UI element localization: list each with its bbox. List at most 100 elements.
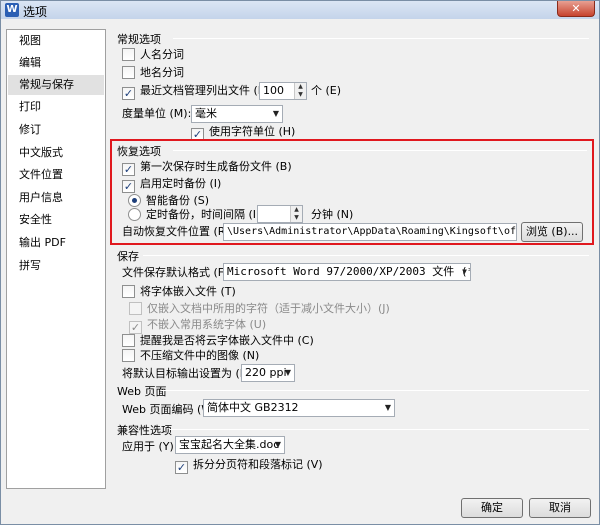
options-dialog: W 选项 ✕ 视图 编辑 常规与保存 打印 修订 中文版式 文件位置 用户信息 … (0, 0, 600, 525)
timed-interval-radio[interactable] (128, 208, 141, 221)
sidebar-item-edit[interactable]: 编辑 (8, 53, 104, 73)
cancel-button[interactable]: 取消 (529, 498, 591, 518)
save-section-title: 保存 (117, 250, 139, 263)
split-pages-option[interactable]: ✓ 拆分分页符和段落标记 (V) (175, 457, 323, 474)
recent-count-input[interactable]: 100 ▲ ▼ (259, 82, 307, 100)
divider (173, 150, 587, 151)
name-split-label: 人名分词 (140, 48, 184, 61)
browse-button[interactable]: 浏览 (B)... (521, 222, 583, 242)
sidebar-item-user-info[interactable]: 用户信息 (8, 188, 104, 208)
general-section-title: 常规选项 (117, 33, 161, 46)
embed-fonts-checkbox[interactable] (122, 285, 135, 298)
wps-writer-icon: W (5, 3, 19, 17)
spin-up-icon[interactable]: ▲ (291, 206, 302, 214)
recovery-section-title: 恢复选项 (117, 145, 161, 158)
embed-fonts-option[interactable]: 将字体嵌入文件 (T) (122, 284, 236, 301)
default-ppi-label: 将默认目标输出设置为 (P): (122, 367, 255, 380)
measure-unit-label: 度量单位 (M): (122, 107, 192, 120)
sidebar-item-output-pdf[interactable]: 输出 PDF (8, 233, 104, 253)
smart-backup-radio[interactable] (128, 194, 141, 207)
backup-first-label: 第一次保存时生成备份文件 (B) (140, 160, 292, 173)
interval-spinner[interactable]: ▲ ▼ (290, 206, 302, 222)
sidebar-item-spelling[interactable]: 拼写 (8, 256, 104, 276)
recent-files-option[interactable]: ✓ 最近文档管理列出文件 (R): (122, 83, 273, 100)
embed-used-only-checkbox (129, 302, 142, 315)
spin-down-icon[interactable]: ▼ (295, 91, 306, 99)
chevron-down-icon: ▼ (462, 267, 467, 276)
smart-backup-label: 智能备份 (S) (146, 194, 210, 207)
default-format-select[interactable]: Microsoft Word 97/2000/XP/2003 文件 (*.doc… (223, 263, 471, 281)
backup-first-checkbox[interactable]: ✓ (122, 163, 135, 176)
divider (161, 390, 589, 391)
split-pages-checkbox[interactable]: ✓ (175, 461, 188, 474)
default-format-label: 文件保存默认格式 (F): (122, 266, 233, 279)
spin-down-icon[interactable]: ▼ (291, 214, 302, 222)
web-section-title: Web 页面 (117, 385, 167, 398)
measure-unit-select[interactable]: 毫米 ▼ (191, 105, 283, 123)
auto-location-input[interactable]: \Users\Administrator\AppData\Roaming\Kin… (223, 223, 517, 241)
timed-backup-label: 启用定时备份 (I) (140, 177, 222, 190)
default-ppi-select[interactable]: 220 ppi ▼ (241, 364, 295, 382)
name-split-option[interactable]: 人名分词 (122, 47, 184, 64)
apply-to-select[interactable]: 宝宝起名大全集.doc ▼ (175, 436, 285, 454)
place-split-label: 地名分词 (140, 66, 184, 79)
compat-section-title: 兼容性选项 (117, 424, 172, 437)
chevron-down-icon: ▼ (272, 109, 279, 118)
ok-button[interactable]: 确定 (461, 498, 523, 518)
no-system-fonts-label: 不嵌入常用系统字体 (U) (147, 318, 267, 331)
default-format-value: Microsoft Word 97/2000/XP/2003 文件 (*.doc… (227, 265, 470, 278)
web-encoding-select[interactable]: 简体中文 GB2312 ▼ (203, 399, 395, 417)
timed-backup-checkbox[interactable]: ✓ (122, 180, 135, 193)
divider (169, 429, 589, 430)
title-bar: W 选项 ✕ (1, 1, 599, 19)
recent-files-label: 最近文档管理列出文件 (R): (140, 84, 274, 97)
remind-cloud-fonts-checkbox[interactable] (122, 334, 135, 347)
recent-count-spinner[interactable]: ▲ ▼ (294, 83, 306, 99)
divider (173, 38, 589, 39)
spin-up-icon[interactable]: ▲ (295, 83, 306, 91)
timed-interval-option[interactable]: 定时备份，时间间隔 (I): (128, 207, 264, 224)
minutes-label: 分钟 (N) (311, 208, 354, 221)
chevron-down-icon: ▼ (384, 403, 391, 412)
timed-backup-option[interactable]: ✓ 启用定时备份 (I) (122, 176, 221, 193)
place-split-option[interactable]: 地名分词 (122, 65, 184, 82)
close-button[interactable]: ✕ (557, 1, 595, 17)
recent-count-value: 100 (263, 84, 284, 97)
radio-selected-dot (132, 198, 137, 203)
chevron-down-icon: ▼ (274, 440, 281, 449)
sidebar-item-view[interactable]: 视图 (8, 31, 104, 51)
remind-cloud-fonts-label: 提醒我是否将云字体嵌入文件中 (C) (140, 334, 314, 347)
timed-interval-label: 定时备份，时间间隔 (I): (146, 208, 265, 221)
dialog-title: 选项 (23, 5, 48, 19)
interval-input[interactable]: ▲ ▼ (257, 205, 303, 223)
no-system-fonts-option: ✓ 不嵌入常用系统字体 (U) (129, 317, 266, 334)
web-encoding-value: 简体中文 GB2312 (207, 401, 299, 414)
recent-files-checkbox[interactable]: ✓ (122, 87, 135, 100)
measure-unit-value: 毫米 (195, 107, 217, 120)
embed-used-only-label: 仅嵌入文档中所用的字符（适于减小文件大小）(J) (147, 302, 390, 315)
category-list: 视图 编辑 常规与保存 打印 修订 中文版式 文件位置 用户信息 安全性 输出 … (6, 29, 106, 489)
chevron-down-icon: ▼ (284, 368, 291, 377)
close-icon: ✕ (571, 2, 581, 15)
sidebar-item-chinese-layout[interactable]: 中文版式 (8, 143, 104, 163)
divider (143, 255, 589, 256)
auto-location-label: 自动恢复文件位置 (R): (122, 225, 234, 238)
apply-to-value: 宝宝起名大全集.doc (179, 438, 280, 451)
place-split-checkbox[interactable] (122, 66, 135, 79)
sidebar-item-revision[interactable]: 修订 (8, 120, 104, 140)
sidebar-item-print[interactable]: 打印 (8, 97, 104, 117)
no-compress-images-label: 不压缩文件中的图像 (N) (140, 349, 260, 362)
embed-fonts-label: 将字体嵌入文件 (T) (140, 285, 236, 298)
name-split-checkbox[interactable] (122, 48, 135, 61)
char-unit-label: 使用字符单位 (H) (209, 125, 296, 138)
embed-used-only-option: 仅嵌入文档中所用的字符（适于减小文件大小）(J) (129, 301, 390, 318)
apply-to-label: 应用于 (Y): (122, 440, 178, 453)
no-compress-images-option[interactable]: 不压缩文件中的图像 (N) (122, 348, 259, 365)
default-ppi-value: 220 ppi (245, 366, 287, 379)
no-compress-images-checkbox[interactable] (122, 349, 135, 362)
sidebar-item-security[interactable]: 安全性 (8, 210, 104, 230)
sidebar-item-file-location[interactable]: 文件位置 (8, 165, 104, 185)
split-pages-label: 拆分分页符和段落标记 (V) (193, 458, 323, 471)
sidebar-item-general-save[interactable]: 常规与保存 (8, 75, 104, 95)
backup-first-option[interactable]: ✓ 第一次保存时生成备份文件 (B) (122, 159, 292, 176)
